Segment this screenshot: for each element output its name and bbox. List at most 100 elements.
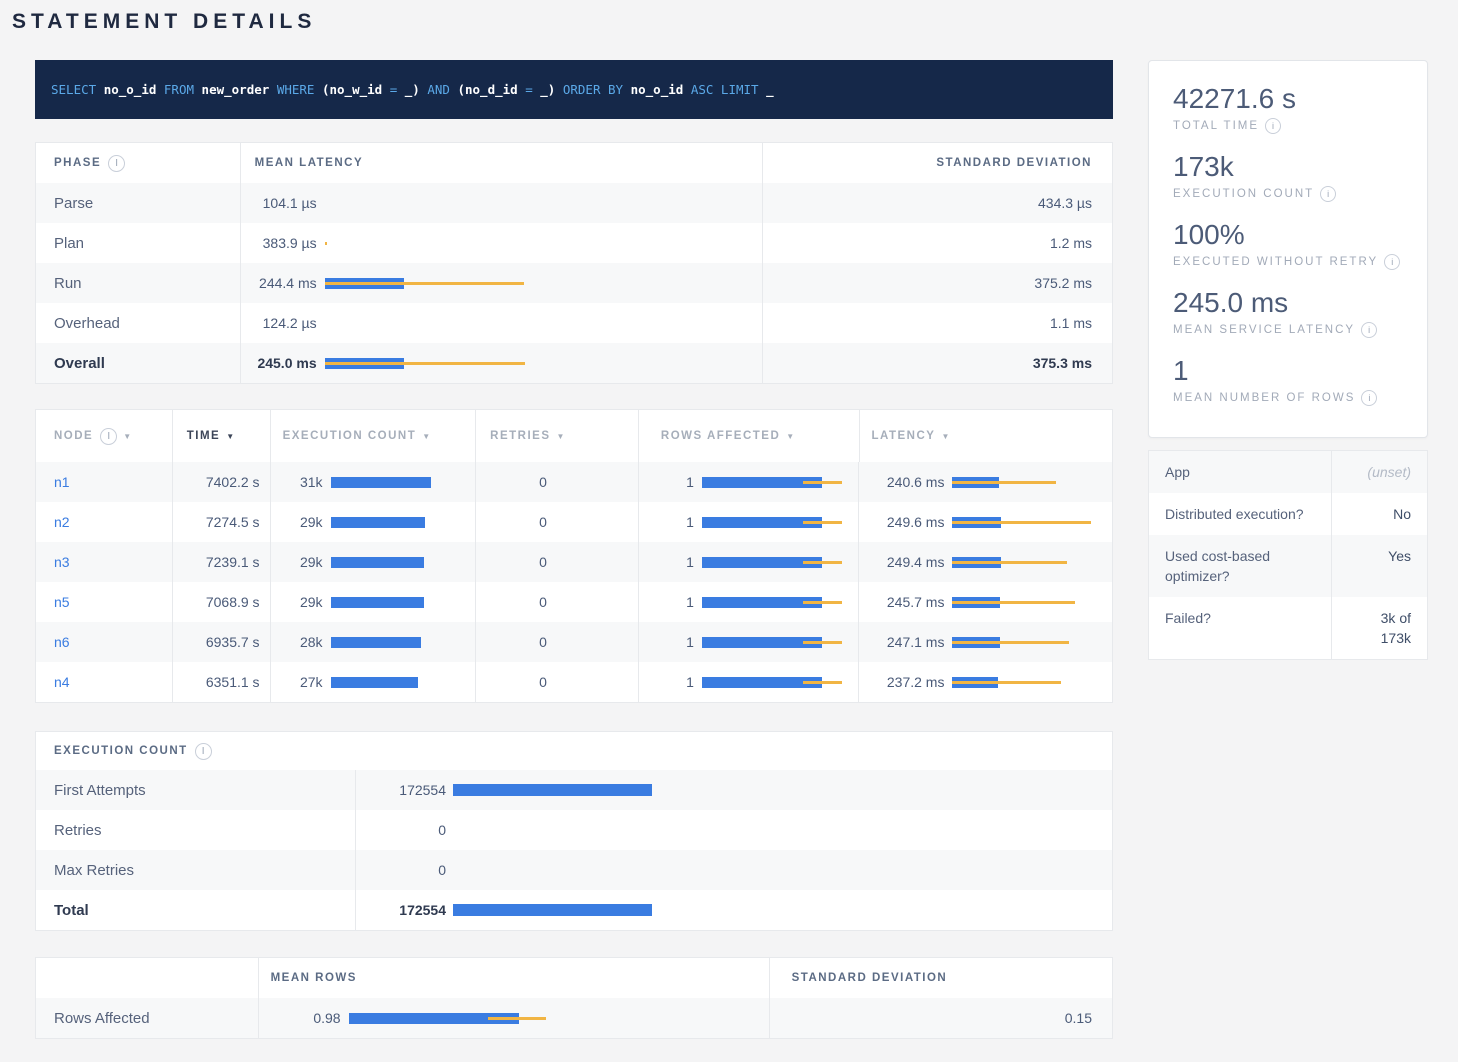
time-column-header[interactable]: TIME▼ (187, 430, 236, 442)
sort-arrow-icon: ▼ (226, 432, 235, 441)
node-retries: 0 (539, 634, 547, 650)
stat-value: 1 (1173, 355, 1403, 387)
sql-statement-box: SELECT no_o_id FROM new_order WHERE (no_… (35, 60, 1113, 119)
node-link[interactable]: n6 (54, 634, 70, 650)
sql-token: WHERE (277, 82, 322, 97)
sql-token: ORDER BY (563, 82, 631, 97)
sort-arrow-icon: ▼ (557, 432, 566, 441)
node-link[interactable]: n3 (54, 554, 70, 570)
node-link[interactable]: n2 (54, 514, 70, 530)
detail-label: App (1149, 451, 1331, 493)
sql-token: ASC LIMIT (691, 82, 766, 97)
count-bar (331, 637, 421, 648)
rows-affected-bar-chart (702, 557, 847, 568)
execution-count-value: 0 (356, 822, 446, 838)
phase-label: Parse (54, 195, 93, 212)
detail-row-failed: Failed? 3k of 173k (1149, 597, 1427, 659)
latency-bar-chart (952, 597, 1098, 608)
phase-column-header: PHASEi (54, 155, 125, 172)
retries-column-header[interactable]: RETRIES▼ (490, 430, 566, 442)
rows-affected-bar-chart (702, 677, 847, 688)
table-row: Retries 0 (36, 810, 1112, 850)
node-column-header[interactable]: NODEi▼ (54, 428, 133, 445)
execution-count-bar-chart (331, 517, 464, 528)
std-dev-whisker (952, 601, 1075, 604)
execution-count-label: Max Retries (54, 862, 134, 879)
detail-label: Used cost-based optimizer? (1149, 535, 1331, 597)
table-row: Parse 104.1 µs 434.3 µs (36, 183, 1112, 223)
info-icon[interactable]: i (1320, 186, 1336, 202)
phase-label: Overhead (54, 315, 120, 332)
phase-label: Plan (54, 235, 84, 252)
execution-count-bar-chart (331, 477, 464, 488)
std-dev-whisker (952, 481, 1056, 484)
detail-value: Yes (1331, 535, 1427, 597)
node-latency: 237.2 ms (871, 674, 944, 690)
execution-count-bar-chart (331, 597, 464, 608)
info-icon[interactable]: i (1361, 390, 1377, 406)
detail-row-distributed-execution: Distributed execution? No (1149, 493, 1427, 535)
sql-token: _ (766, 82, 774, 97)
node-execution-count: 27k (283, 674, 323, 690)
execution-count-value: 172554 (356, 902, 446, 918)
mean-latency-value: 244.4 ms (255, 275, 317, 291)
sql-token: _) (540, 82, 563, 97)
node-rows-affected: 1 (651, 674, 694, 690)
stat-label: MEAN NUMBER OF ROWSi (1173, 390, 1403, 406)
node-link[interactable]: n5 (54, 594, 70, 610)
rows-affected-bar-chart (702, 477, 847, 488)
mean-latency-value: 245.0 ms (255, 355, 317, 371)
sql-statement: SELECT no_o_id FROM new_order WHERE (no_… (51, 82, 774, 97)
latency-bar-chart (952, 517, 1098, 528)
mean-latency-value: 124.2 µs (255, 315, 317, 331)
detail-value: (unset) (1331, 451, 1427, 493)
execution-count-bar-chart (453, 784, 1096, 796)
count-bar (331, 517, 425, 528)
execution-count-column-header[interactable]: EXECUTION COUNT▼ (283, 430, 432, 442)
sql-token: _) (405, 82, 428, 97)
node-execution-count: 29k (283, 594, 323, 610)
table-row: n3 7239.1 s 29k 0 1 249.4 ms (36, 542, 1112, 582)
info-icon[interactable]: i (1361, 322, 1377, 338)
node-link[interactable]: n1 (54, 474, 70, 490)
latency-bar-chart (325, 198, 746, 209)
info-icon[interactable]: i (195, 743, 212, 760)
execution-count-bar-chart (331, 557, 464, 568)
phase-latency-table: PHASEi MEAN LATENCY STANDARD DEVIATION P… (35, 142, 1113, 384)
std-dev-value: 1.2 ms (1050, 235, 1092, 251)
sort-arrow-icon: ▼ (422, 432, 431, 441)
node-time: 7239.1 s (206, 554, 260, 570)
standard-deviation-column-header: STANDARD DEVIATION (792, 972, 948, 984)
node-statistics-table: NODEi▼ TIME▼ EXECUTION COUNT▼ RETRIES▼ R… (35, 409, 1113, 703)
info-icon[interactable]: i (108, 155, 125, 172)
sort-arrow-icon: ▼ (123, 432, 132, 441)
info-icon[interactable]: i (100, 428, 117, 445)
std-dev-whisker (952, 521, 1091, 524)
latency-bar-chart (952, 637, 1098, 648)
node-link[interactable]: n4 (54, 674, 70, 690)
execution-count-title: EXECUTION COUNTi (54, 743, 212, 760)
detail-label: Failed? (1149, 597, 1331, 659)
phase-table-header: PHASEi MEAN LATENCY STANDARD DEVIATION (36, 143, 1112, 183)
rows-affected-bar-chart (702, 597, 847, 608)
phase-label: Run (54, 275, 82, 292)
node-retries: 0 (539, 674, 547, 690)
std-dev-whisker (952, 561, 1067, 564)
sql-token: = (525, 82, 540, 97)
statement-details-panel: App (unset) Distributed execution? No Us… (1148, 450, 1428, 660)
table-row: First Attempts 172554 (36, 770, 1112, 810)
rows-affected-label: Rows Affected (54, 1010, 150, 1027)
info-icon[interactable]: i (1384, 254, 1400, 270)
node-table-header: NODEi▼ TIME▼ EXECUTION COUNT▼ RETRIES▼ R… (36, 410, 1112, 462)
statement-details-page: STATEMENT DETAILS SELECT no_o_id FROM ne… (0, 0, 1458, 1039)
std-dev-value: 1.1 ms (1050, 315, 1092, 331)
table-row: n6 6935.7 s 28k 0 1 247.1 ms (36, 622, 1112, 662)
detail-row-app: App (unset) (1149, 451, 1427, 493)
execution-count-value: 172554 (356, 782, 446, 798)
count-bar (331, 557, 424, 568)
info-icon[interactable]: i (1265, 118, 1281, 134)
node-latency: 247.1 ms (871, 634, 944, 650)
node-retries: 0 (539, 514, 547, 530)
latency-column-header[interactable]: LATENCY▼ (872, 430, 951, 442)
rows-affected-column-header[interactable]: ROWS AFFECTED▼ (661, 430, 796, 442)
